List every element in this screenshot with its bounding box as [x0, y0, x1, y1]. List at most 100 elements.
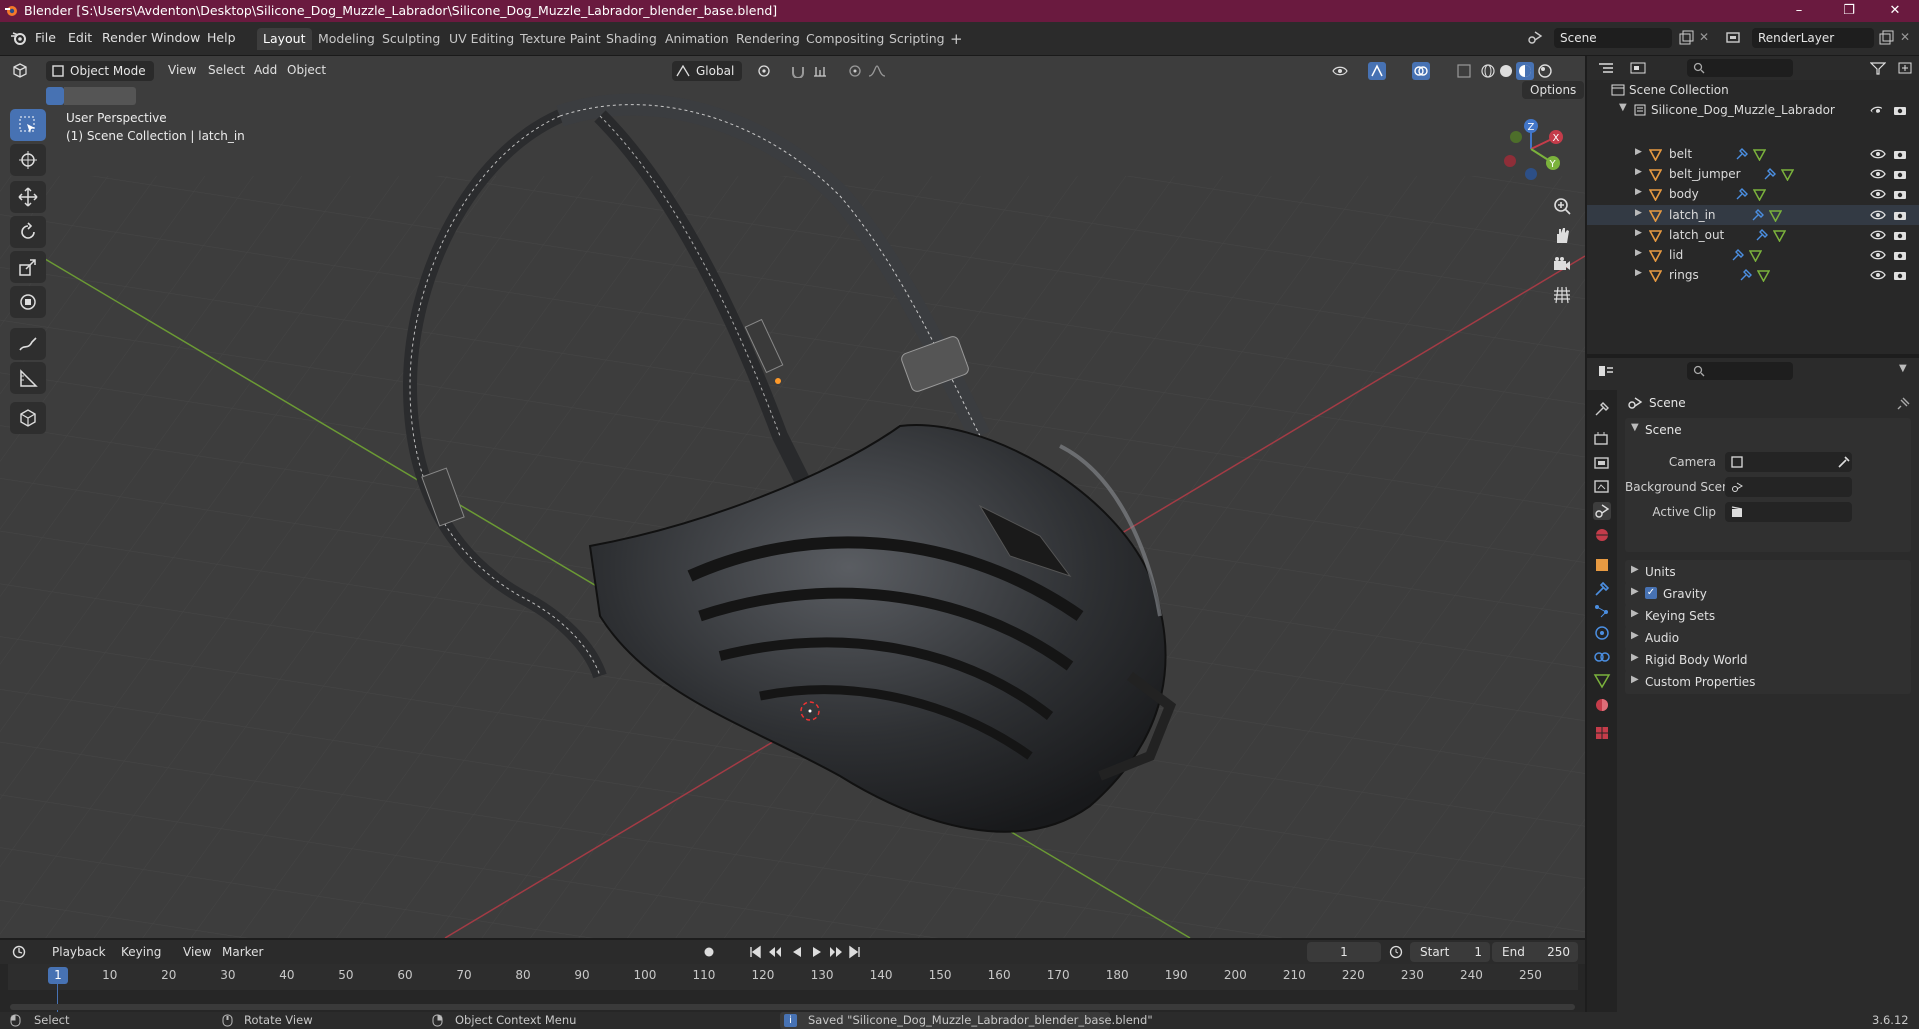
delete-scene-icon[interactable]: ✕ [1699, 30, 1709, 44]
status-report[interactable]: i Saved "Silicone_Dog_Muzzle_Labrador_bl… [780, 1012, 1153, 1029]
keying-menu[interactable]: Keying [121, 945, 161, 959]
snap-target-icon[interactable] [812, 64, 828, 78]
material-preview-shading-icon[interactable] [1516, 62, 1534, 80]
ortho-toggle-icon[interactable] [1552, 285, 1572, 305]
data-tab-icon[interactable] [1593, 672, 1611, 690]
select-extend-button[interactable] [64, 87, 82, 105]
eye-icon[interactable] [1870, 229, 1886, 241]
outliner-object-row[interactable]: ▶ latch_out [1587, 225, 1919, 245]
expand-arrow-icon[interactable]: ▶ [1635, 248, 1642, 258]
render-tab-icon[interactable] [1593, 430, 1611, 448]
outliner-object-row[interactable]: ▶ latch_in [1587, 204, 1919, 225]
view-layer-tab-icon[interactable] [1593, 478, 1611, 496]
tab-texture-paint[interactable]: Texture Paint [514, 28, 607, 50]
outliner-editor-icon[interactable] [1597, 61, 1615, 75]
properties-editor-icon[interactable] [1597, 364, 1615, 378]
modifier-icon[interactable] [1731, 249, 1744, 262]
mesh-data-icon[interactable] [1769, 209, 1782, 222]
play-icon[interactable] [810, 945, 824, 959]
expand-arrow-icon[interactable]: ▶ [1635, 147, 1642, 157]
solid-shading-icon[interactable] [1498, 63, 1514, 79]
mesh-data-icon[interactable] [1749, 249, 1762, 262]
add-workspace-button[interactable]: + [944, 28, 969, 50]
tab-uv-editing[interactable]: UV Editing [443, 28, 520, 50]
tool-tab-icon[interactable] [1593, 400, 1611, 418]
camera-render-icon[interactable] [1893, 229, 1907, 241]
timeline-area[interactable]: 1 11020304050607080901001101201301401501… [0, 964, 1585, 1012]
modifier-icon[interactable] [1735, 188, 1748, 201]
outliner-object-row[interactable]: ▶ belt_jumper [1587, 164, 1919, 184]
new-scene-icon[interactable] [1678, 30, 1694, 46]
camera-render-icon[interactable] [1893, 249, 1907, 261]
select-invert-button[interactable] [100, 87, 118, 105]
keying-sets-panel[interactable]: ▶ Keying Sets [1625, 604, 1911, 628]
eye-icon[interactable] [1870, 148, 1886, 160]
zoom-icon[interactable] [1552, 196, 1572, 216]
expand-arrow-icon[interactable]: ▶ [1635, 208, 1642, 218]
eye-icon[interactable] [1870, 105, 1882, 113]
playback-menu[interactable]: Playback [52, 945, 106, 959]
start-frame-field[interactable]: Start 1 [1410, 942, 1490, 962]
eye-icon[interactable] [1870, 188, 1886, 200]
modifier-icon[interactable] [1751, 208, 1764, 222]
camera-render-icon[interactable] [1893, 168, 1907, 180]
mesh-data-icon[interactable] [1753, 148, 1766, 161]
proportional-editing-icon[interactable] [848, 64, 862, 78]
modifier-tab-icon[interactable] [1593, 580, 1611, 598]
camera-view-icon[interactable] [1552, 255, 1572, 275]
mesh-data-icon[interactable] [1773, 229, 1786, 242]
scene-icon[interactable] [1527, 30, 1543, 46]
units-panel[interactable]: ▶ Units [1625, 560, 1911, 584]
outliner-collection-row[interactable]: ▼ Silicone_Dog_Muzzle_Labrador [1587, 100, 1919, 120]
annotate-tool[interactable] [10, 328, 46, 360]
tab-rendering[interactable]: Rendering [730, 28, 806, 50]
modifier-icon[interactable] [1763, 168, 1776, 181]
pan-hand-icon[interactable] [1552, 225, 1572, 245]
constraints-tab-icon[interactable] [1593, 648, 1611, 666]
tab-animation[interactable]: Animation [659, 28, 735, 50]
new-render-layer-icon[interactable] [1878, 30, 1894, 46]
jump-to-start-icon[interactable] [748, 945, 762, 959]
object-tab-icon[interactable] [1593, 556, 1611, 574]
eye-icon[interactable] [1870, 168, 1886, 180]
rendered-shading-icon[interactable] [1537, 63, 1553, 79]
snap-icon[interactable] [790, 64, 806, 78]
menu-view[interactable]: View [168, 63, 196, 77]
eye-icon[interactable] [1870, 249, 1886, 261]
falloff-icon[interactable] [868, 64, 886, 78]
pin-icon[interactable] [1897, 396, 1911, 410]
menu-render[interactable]: Render [102, 30, 147, 45]
mesh-data-icon[interactable] [1781, 168, 1794, 182]
eyedropper-icon[interactable] [1837, 455, 1851, 469]
menu-edit[interactable]: Edit [68, 30, 92, 45]
modifier-icon[interactable] [1755, 228, 1768, 242]
tab-modeling[interactable]: Modeling [312, 28, 381, 50]
mesh-data-icon[interactable] [1757, 269, 1770, 283]
blender-menu-icon[interactable] [10, 31, 26, 45]
select-new-button[interactable] [46, 87, 64, 105]
tab-compositing[interactable]: Compositing [800, 28, 890, 50]
scale-tool[interactable] [10, 251, 46, 283]
end-frame-field[interactable]: End 250 [1492, 942, 1578, 962]
move-tool[interactable] [10, 181, 46, 213]
select-subtract-button[interactable] [82, 87, 100, 105]
outliner-object-row[interactable]: ▶ belt [1587, 144, 1919, 164]
menu-add[interactable]: Add [254, 63, 277, 77]
camera-render-icon[interactable] [1893, 104, 1907, 116]
transform-tool[interactable] [10, 286, 46, 318]
gravity-panel[interactable]: ▶ ✓ Gravity [1625, 582, 1911, 606]
scene-field[interactable]: Scene [1554, 28, 1672, 48]
minimize-button[interactable]: – [1784, 2, 1814, 20]
maximize-button[interactable]: ❐ [1834, 2, 1864, 20]
playhead-frame-indicator[interactable]: 1 [48, 967, 68, 984]
menu-select[interactable]: Select [208, 63, 245, 77]
measure-tool[interactable] [10, 362, 46, 394]
display-mode-icon[interactable] [1629, 61, 1647, 75]
texture-tab-icon[interactable] [1593, 724, 1611, 742]
expand-arrow-icon[interactable]: ▼ [1631, 422, 1639, 433]
menu-help[interactable]: Help [207, 30, 236, 45]
output-tab-icon[interactable] [1593, 454, 1611, 472]
properties-options-chevron-icon[interactable]: ▼ [1899, 363, 1907, 374]
jump-to-end-icon[interactable] [848, 945, 862, 959]
render-layer-field[interactable]: RenderLayer [1752, 28, 1874, 48]
